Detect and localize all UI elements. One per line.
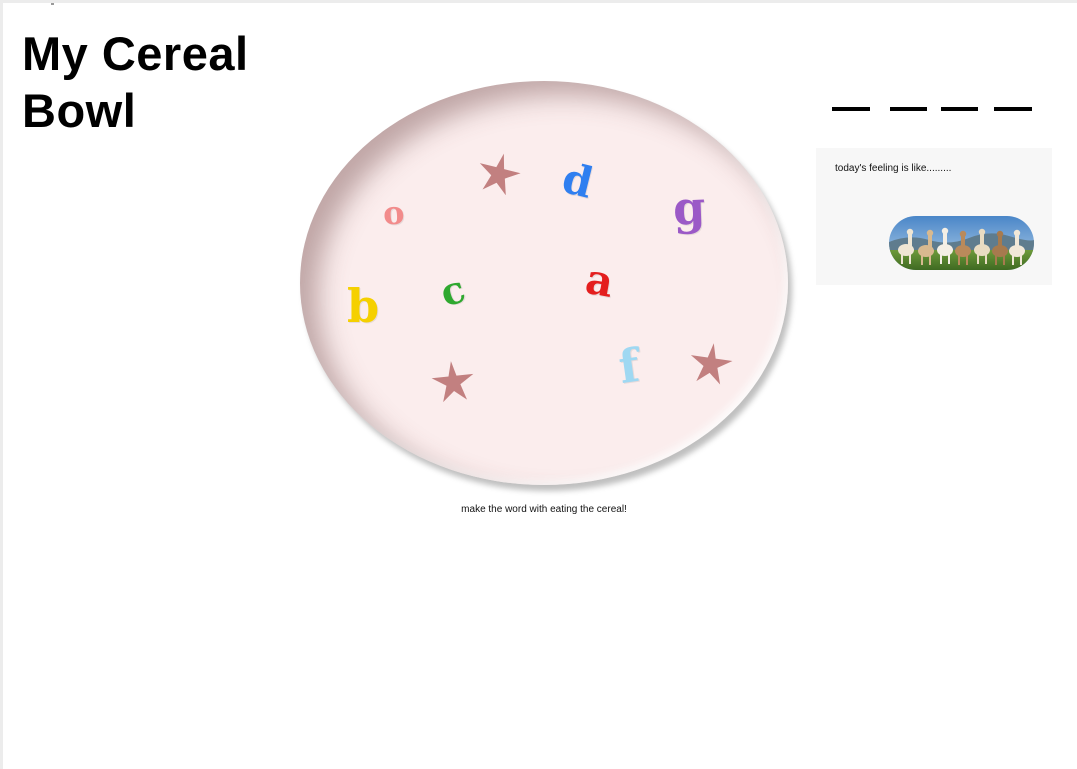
word-blanks [3,107,1077,112]
word-blank [941,107,978,111]
cereal-letter-o[interactable]: o [382,193,405,232]
cereal-letter-g[interactable]: g [672,180,706,235]
word-blank [890,107,927,111]
feeling-card: today's feeling is like......... [816,148,1052,285]
star-cereal-piece[interactable] [688,341,734,385]
alpaca-herd-photo [889,216,1034,270]
word-blank [994,107,1032,111]
star-cereal-piece[interactable] [476,151,522,195]
app-canvas: My Cereal Bowl o d g b c a f make the wo… [3,3,1077,769]
instruction-caption: make the word with eating the cereal! [461,504,627,515]
top-marker [51,3,54,5]
cereal-letter-b[interactable]: b [347,283,379,329]
star-cereal-piece[interactable] [430,359,476,403]
page-title: My Cereal Bowl [22,27,249,137]
feeling-label: today's feeling is like......... [835,163,952,174]
word-blank [832,107,870,111]
